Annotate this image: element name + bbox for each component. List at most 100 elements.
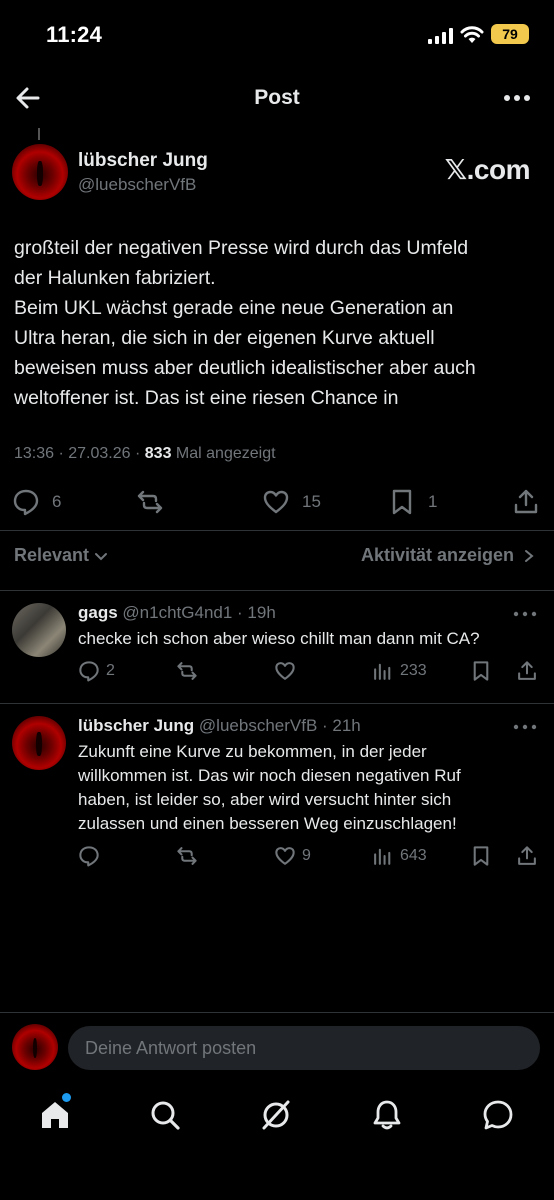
like-icon	[275, 662, 295, 680]
divider	[0, 590, 554, 591]
views-icon	[374, 848, 391, 865]
reply-icon	[79, 661, 99, 682]
repost-icon	[177, 662, 197, 680]
views-button[interactable]: 643	[372, 845, 427, 867]
grok-icon	[262, 1100, 290, 1130]
author-handle[interactable]: @luebscherVfB	[78, 175, 196, 195]
wifi-icon	[460, 26, 484, 43]
more-icon[interactable]	[512, 722, 538, 732]
reply-header: gags @n1chtG4nd1 · 19h	[78, 603, 276, 623]
reply-author-name[interactable]: lübscher Jung	[78, 716, 194, 735]
reply-text-line: checke ich schon aber wieso chillt man d…	[78, 629, 480, 648]
tab-grok[interactable]	[259, 1098, 293, 1132]
post-views-label: Mal angezeigt	[171, 445, 276, 462]
repost-button[interactable]	[136, 488, 164, 516]
repost-icon	[137, 490, 163, 514]
reply-author-handle[interactable]: @luebscherVfB · 21h	[199, 716, 361, 735]
post-text: großteil der negativen Presse wird durch…	[14, 233, 544, 413]
tab-home[interactable]	[38, 1098, 72, 1132]
post-views-count[interactable]: 833	[145, 445, 172, 462]
bookmark-icon	[473, 846, 489, 866]
share-button[interactable]	[516, 845, 538, 867]
reply-text-line: willkommen ist. Das wir noch diesen nega…	[78, 766, 461, 785]
reply-button[interactable]: 6	[12, 488, 61, 516]
reply-author-name[interactable]: gags	[78, 603, 118, 622]
tab-notifications[interactable]	[370, 1098, 404, 1132]
repost-button[interactable]	[176, 660, 198, 682]
repost-icon	[177, 847, 197, 865]
top-bar: Post	[0, 70, 554, 126]
like-icon	[275, 847, 295, 865]
reply-author-handle[interactable]: @n1chtG4nd1 · 19h	[122, 603, 275, 622]
thread-connector	[38, 128, 40, 140]
status-bar: 11:24 79	[0, 0, 554, 70]
more-icon[interactable]	[502, 88, 532, 108]
views-count: 643	[400, 847, 427, 864]
reply-text-line: Zukunft eine Kurve zu bekommen, in der j…	[78, 742, 427, 761]
reply-button[interactable]: 2	[78, 660, 115, 682]
battery-indicator: 79	[491, 24, 529, 44]
more-icon[interactable]	[512, 609, 538, 619]
post-text-line: beweisen muss aber deutlich idealistisch…	[14, 357, 476, 379]
bookmark-button[interactable]	[470, 845, 492, 867]
tab-messages[interactable]	[481, 1098, 515, 1132]
bookmark-count: 1	[428, 492, 438, 511]
chevron-right-icon	[525, 549, 534, 562]
reply-icon	[79, 846, 99, 867]
reply-button[interactable]	[78, 845, 106, 867]
reply-item[interactable]: gags @n1chtG4nd1 · 19h checke ich schon …	[0, 603, 554, 693]
reply-avatar[interactable]	[12, 603, 66, 657]
page-title: Post	[254, 86, 300, 109]
divider	[0, 530, 554, 531]
reply-item[interactable]: lübscher Jung @luebscherVfB · 21h Zukunf…	[0, 716, 554, 876]
post-text-line: Beim UKL wächst gerade eine neue Generat…	[14, 297, 454, 319]
post-text-line: Ultra heran, die sich in der eigenen Kur…	[14, 327, 435, 349]
home-icon	[42, 1102, 68, 1128]
share-button[interactable]	[516, 660, 538, 682]
messages-icon	[483, 1100, 513, 1130]
reply-action-bar: 9 643	[0, 845, 554, 871]
like-button[interactable]: 9	[274, 845, 311, 867]
post-action-bar: 6 15 1	[0, 484, 554, 520]
reply-icon	[13, 489, 39, 516]
tab-search[interactable]	[148, 1098, 182, 1132]
bell-icon	[373, 1100, 401, 1130]
search-icon	[151, 1101, 180, 1130]
bookmark-button[interactable]: 1	[388, 488, 437, 516]
reply-text-line: haben, ist leider so, aber wird versucht…	[78, 790, 452, 809]
sort-dropdown[interactable]: Relevant	[14, 545, 109, 566]
show-activity-label: Aktivität anzeigen	[360, 545, 514, 565]
show-activity-link[interactable]: Aktivität anzeigen	[361, 545, 536, 566]
reply-action-bar: 2 233	[0, 660, 554, 686]
status-time: 11:24	[46, 22, 103, 47]
bookmark-icon	[392, 489, 412, 515]
reply-header: lübscher Jung @luebscherVfB · 21h	[78, 716, 361, 736]
author-avatar[interactable]	[12, 144, 68, 200]
like-button[interactable]	[274, 660, 302, 682]
reply-text: checke ich schon aber wieso chillt man d…	[78, 627, 538, 651]
reply-composer	[0, 1012, 554, 1082]
repost-button[interactable]	[176, 845, 198, 867]
sort-label: Relevant	[14, 545, 90, 565]
reply-text-line: zulassen und einen besseren Weg einzusch…	[78, 814, 457, 833]
bookmark-button[interactable]	[470, 660, 492, 682]
post-text-line: der Halunken fabriziert.	[14, 267, 216, 289]
composer-avatar	[12, 1024, 58, 1070]
signal-icon	[428, 28, 453, 44]
like-button[interactable]: 15	[262, 488, 321, 516]
like-count: 15	[302, 492, 321, 511]
post-timestamp: 13:36 · 27.03.26 ·	[14, 445, 145, 462]
reply-count: 6	[52, 492, 62, 511]
xcom-logo: 𝕏.com	[444, 154, 531, 185]
reply-count: 2	[106, 662, 115, 679]
views-button[interactable]: 233	[372, 660, 427, 682]
reply-avatar[interactable]	[12, 716, 66, 770]
author-name[interactable]: lübscher Jung	[78, 150, 208, 172]
reply-input[interactable]	[68, 1026, 540, 1070]
bookmark-icon	[473, 661, 489, 681]
share-button[interactable]	[512, 488, 540, 516]
bottom-tab-bar	[0, 1090, 554, 1146]
post-text-line: weltoffener ist. Das ist eine riesen Cha…	[14, 387, 399, 409]
like-icon	[263, 490, 289, 514]
reply-text: Zukunft eine Kurve zu bekommen, in der j…	[78, 740, 538, 836]
